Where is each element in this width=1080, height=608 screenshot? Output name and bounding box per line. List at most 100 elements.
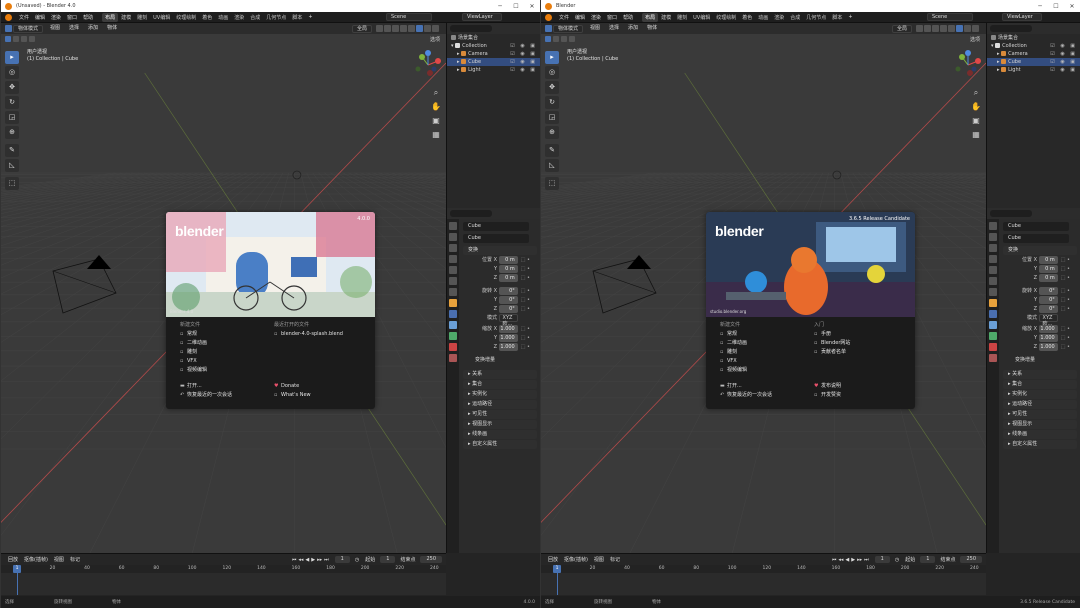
window-titlebar[interactable]: (Unsaved) - Blender 4.0 ─ ☐ ✕ (1, 0, 540, 12)
prev-key-icon[interactable]: ◂◂ (838, 557, 843, 563)
property-value-field[interactable]: 1.000 (498, 334, 518, 342)
properties-tab-icon[interactable] (989, 288, 997, 296)
select-extend-icon[interactable] (13, 36, 19, 42)
xray-icon[interactable] (400, 25, 407, 32)
transform-orientation-dropdown[interactable]: 全局 (351, 24, 372, 33)
splash-action-item[interactable]: ↶ 恢复最近的一次会话 (720, 391, 820, 400)
new-file-item[interactable]: ▫ 常规 (180, 330, 280, 339)
workspace-tab[interactable]: 合成 (247, 13, 263, 22)
select-extend-icon[interactable] (553, 36, 559, 42)
recent-item[interactable]: ▫ Blender网站 (814, 339, 914, 348)
splash-action-item[interactable]: ▬ 打开... (180, 382, 280, 391)
properties-tab-icon[interactable] (449, 321, 457, 329)
splash-action-item[interactable]: ▬ 打开... (720, 382, 820, 391)
minimize-icon[interactable]: ─ (1032, 3, 1048, 10)
scale-icon[interactable]: ◲ (545, 111, 559, 124)
timeline-menu-item[interactable]: 抠像(插帧) (21, 556, 51, 563)
start-frame-field[interactable]: 1 (380, 556, 396, 563)
viewport-menu-item[interactable]: 物体 (104, 25, 120, 32)
workspace-tab[interactable]: UV编辑 (150, 13, 173, 22)
property-section[interactable]: ▸ 视图显示 (463, 420, 537, 429)
wireframe-icon[interactable] (408, 25, 415, 32)
viewlayer-selector[interactable]: ViewLayer (462, 13, 502, 21)
outliner-row-camera[interactable]: ▸ Camera ☑ ◉ ▣ (987, 50, 1080, 58)
outliner-row-camera[interactable]: ▸ Camera ☑ ◉ ▣ (447, 50, 540, 58)
select-box-icon[interactable] (5, 36, 11, 42)
menu-item[interactable]: 编辑 (572, 14, 588, 21)
camera-view-icon[interactable]: ▣ (970, 115, 982, 127)
properties-tab-icon[interactable] (989, 244, 997, 252)
select-invert-icon[interactable] (569, 36, 575, 42)
rotation-mode-dropdown[interactable]: XYZ 欧... (498, 314, 518, 327)
frame-ruler[interactable]: 0204060801001201401601802002202401 (1, 565, 446, 573)
mode-dropdown[interactable]: 物体模式 (553, 24, 584, 33)
property-value-field[interactable]: 1.000 (1038, 334, 1058, 342)
properties-tab-icon[interactable] (449, 244, 457, 252)
end-frame-field[interactable]: 250 (420, 556, 442, 563)
xray-icon[interactable] (940, 25, 947, 32)
jump-end-icon[interactable]: ⏭ (324, 557, 329, 563)
object-name-field[interactable]: Cube (1003, 222, 1069, 231)
property-value-field[interactable]: 0 m (1038, 265, 1058, 273)
overlay-icon[interactable] (932, 25, 939, 32)
3d-viewport[interactable]: 物体模式 视图 选择 添加 物体 全局 选项 用户透视 (1) Collection | Cub… (1, 23, 446, 553)
window-titlebar[interactable]: Blender ─ ☐ ✕ (541, 0, 1080, 12)
visibility-toggle-icons[interactable]: ☑ ◉ ▣ (510, 66, 537, 74)
splash-screen[interactable]: blender 4.0.0 Blender 4.0 新建文件 ▫ 常规 ▫ 二维动画 ▫ 雕刻 ▫ V… (166, 212, 375, 409)
properties-panel[interactable]: Cube Cube 变换 位置 X0 m ⬚ • Y 0 m ⬚ • Z 0 m ⬚ • 旋转 X 0°… (446, 208, 540, 553)
ortho-grid-icon[interactable]: ▦ (970, 129, 982, 141)
outliner-panel[interactable]: 场景集合 ▾ Collection ☑ ◉ ▣ ▸ Camera ☑ ◉ ▣ ▸ Cube… (986, 23, 1080, 208)
outliner-search-input[interactable] (990, 25, 1032, 32)
current-frame-field[interactable]: 1 (334, 556, 350, 563)
property-section[interactable]: ▸ 实例化 (463, 390, 537, 399)
timeline-menu-item[interactable]: 回放 (5, 556, 21, 563)
new-file-item[interactable]: ▫ 二维动画 (720, 339, 820, 348)
properties-panel[interactable]: Cube Cube 变换 位置 X0 m ⬚ • Y 0 m ⬚ • Z 0 m ⬚ • 旋转 X 0°… (986, 208, 1080, 553)
timeline-menu-item[interactable]: 视图 (591, 556, 607, 563)
properties-tab-icon[interactable] (449, 277, 457, 285)
menu-item[interactable]: 渲染 (588, 14, 604, 21)
keyframe-toggle-icon[interactable]: ⬚ • (521, 305, 530, 314)
viewlayer-selector[interactable]: ViewLayer (1002, 13, 1042, 21)
properties-tab-icon[interactable] (989, 255, 997, 263)
new-file-item[interactable]: ▫ 视频编辑 (720, 366, 820, 375)
outliner-row-cube[interactable]: ▸ Cube ☑ ◉ ▣ (447, 58, 540, 66)
property-section[interactable]: ▸ 可见性 (1003, 410, 1077, 419)
property-section[interactable]: ▸ 线条画 (463, 430, 537, 439)
object-data-field[interactable]: Cube (463, 234, 529, 243)
keyframe-toggle-icon[interactable]: ⬚ • (521, 287, 530, 296)
playhead[interactable]: 1 (553, 565, 561, 573)
property-value-field[interactable]: 0° (1038, 287, 1058, 295)
overlay-icon[interactable] (392, 25, 399, 32)
mode-dropdown[interactable]: 物体模式 (13, 24, 44, 33)
properties-tab-icon[interactable] (449, 255, 457, 263)
camera-view-icon[interactable]: ▣ (430, 115, 442, 127)
keyframe-toggle-icon[interactable]: ⬚ • (521, 325, 530, 334)
property-value-field[interactable]: 1.000 (498, 343, 518, 351)
scene-selector[interactable]: Scene (386, 13, 432, 21)
keyframe-toggle-icon[interactable]: ⬚ • (1061, 305, 1070, 314)
workspace-tab[interactable]: 雕刻 (134, 13, 150, 22)
end-frame-field[interactable]: 250 (960, 556, 982, 563)
pan-hand-icon[interactable]: ✋ (430, 101, 442, 113)
timeline-menu-item[interactable]: 标记 (607, 556, 623, 563)
select-cursor-icon[interactable]: ▸ (545, 51, 559, 64)
property-section[interactable]: ▸ 线条画 (1003, 430, 1077, 439)
select-invert-icon[interactable] (29, 36, 35, 42)
playhead[interactable]: 1 (13, 565, 21, 573)
splash-link-item[interactable]: ♥ 发布说明 (814, 382, 914, 391)
cursor-icon[interactable]: ◎ (545, 66, 559, 79)
add-workspace-icon[interactable]: + (845, 14, 855, 20)
properties-tab-icon[interactable] (449, 222, 457, 230)
workspace-tab[interactable]: 渲染 (771, 13, 787, 22)
workspace-tab[interactable]: 合成 (787, 13, 803, 22)
splash-link-item[interactable]: ♥ Donate (274, 382, 374, 391)
recent-item[interactable]: ▫ 手册 (814, 330, 914, 339)
current-frame-field[interactable]: 1 (874, 556, 890, 563)
pan-hand-icon[interactable]: ✋ (970, 101, 982, 113)
properties-search-input[interactable] (990, 210, 1032, 217)
properties-tab-icon[interactable] (989, 222, 997, 230)
property-section[interactable]: ▸ 自定义属性 (463, 440, 537, 449)
visibility-toggle-icons[interactable]: ☑ ◉ ▣ (1050, 50, 1077, 58)
property-section[interactable]: ▸ 可见性 (463, 410, 537, 419)
